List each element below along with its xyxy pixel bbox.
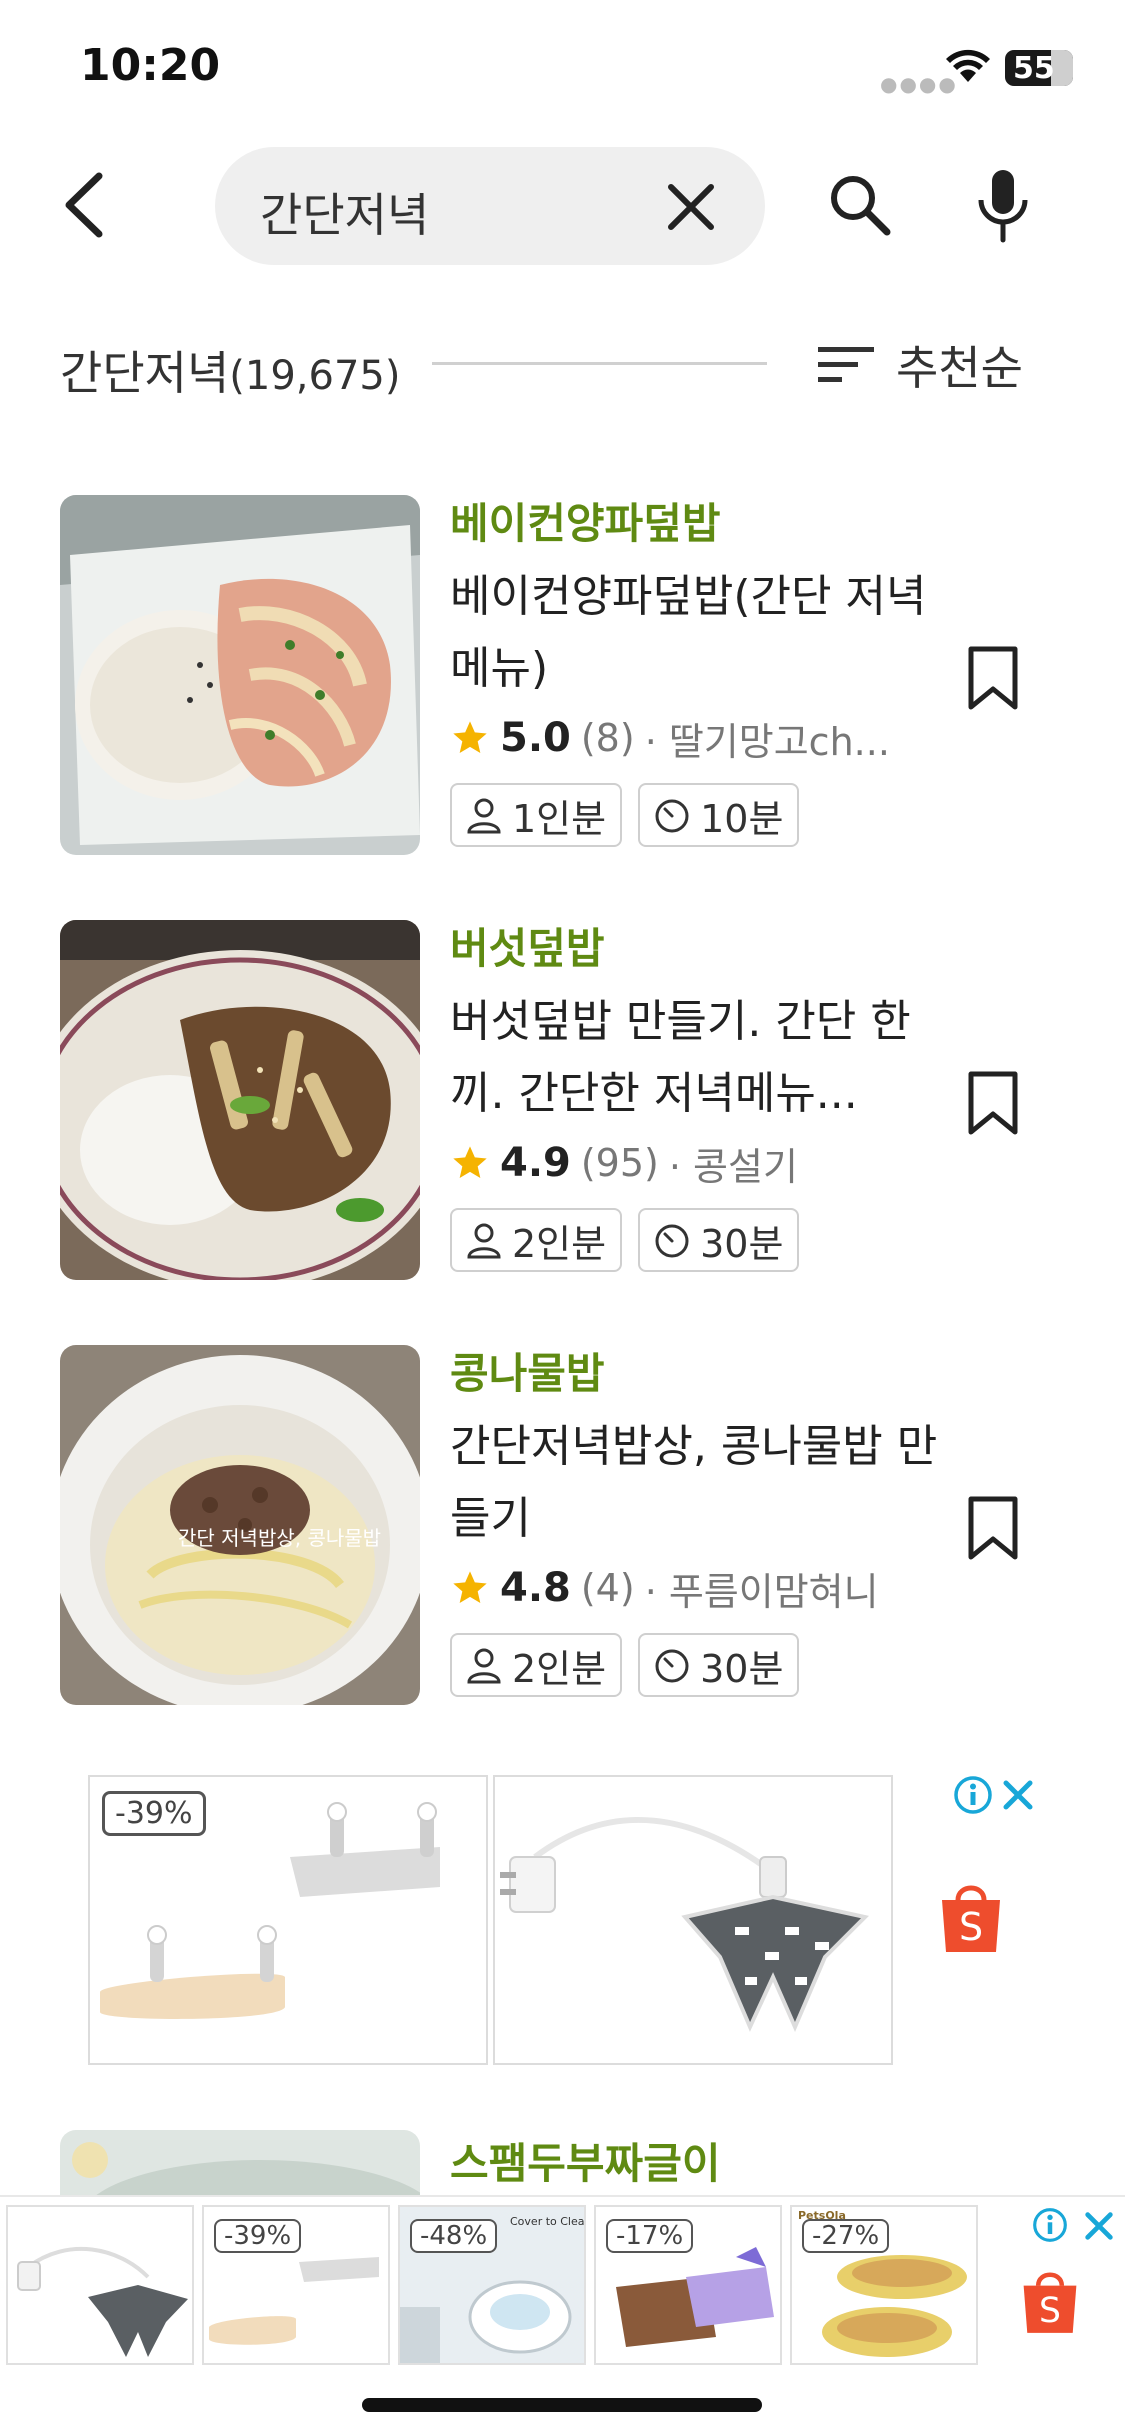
review-count: (4)	[580, 1566, 635, 1610]
person-icon	[467, 1223, 501, 1259]
wifi-icon	[946, 49, 990, 82]
time-label: 30분	[700, 1646, 784, 1691]
battery-level: 55	[1013, 51, 1055, 86]
recipe-thumbnail[interactable]	[60, 495, 420, 855]
clear-search-button[interactable]	[663, 179, 719, 235]
discount-badge: -27%	[802, 2219, 890, 2253]
servings-label: 2인분	[512, 1646, 607, 1691]
recipe-category: 베이컨양파덮밥	[450, 499, 721, 548]
recipe-author: · 콩설기	[668, 1144, 798, 1189]
recipe-thumbnail[interactable]	[60, 920, 420, 1280]
ad-close-icon[interactable]	[1082, 2209, 1116, 2243]
ad-info-icon[interactable]	[1032, 2207, 1068, 2243]
review-count: (8)	[580, 716, 635, 760]
ad-close-icon[interactable]	[1000, 1777, 1036, 1813]
servings-chip: 2인분	[450, 1633, 623, 1697]
home-indicator[interactable]	[362, 2398, 762, 2412]
shopee-icon[interactable]: S	[938, 1880, 1004, 1956]
ad-product-tile[interactable]: -39%	[88, 1775, 488, 2065]
bottom-ad-banner[interactable]: -39% Cover to Clean -48% -17% PetsOla -2…	[0, 2195, 1125, 2373]
recipe-card[interactable]: 버섯덮밥 버섯덮밥 만들기. 간단 한끼. 간단한 저녁메뉴... 4.9 (9…	[60, 920, 1065, 1280]
servings-label: 1인분	[512, 796, 607, 841]
recipe-category: 스팸두부짜글이	[450, 2139, 721, 2188]
bookmark-button[interactable]	[965, 1070, 1021, 1136]
recipe-category: 콩나물밥	[450, 1349, 605, 1398]
banner-product-tile[interactable]: PetsOla -27%	[790, 2205, 978, 2365]
recipe-rating: 4.8 (4) · 푸름이맘혀니	[450, 1555, 950, 1621]
person-icon	[467, 798, 501, 834]
time-label: 10분	[700, 796, 784, 841]
time-chip: 30분	[638, 1633, 800, 1697]
discount-badge: -17%	[606, 2219, 694, 2253]
discount-badge: -48%	[410, 2219, 498, 2253]
results-count: (19,675)	[229, 353, 401, 399]
battery-icon: 55	[1005, 50, 1073, 86]
recipe-author: · 푸름이맘혀니	[644, 1569, 879, 1614]
recipe-title[interactable]: 버섯덮밥 만들기. 간단 한끼. 간단한 저녁메뉴...	[450, 986, 950, 1130]
time-chip: 10분	[638, 783, 800, 847]
search-icon[interactable]	[825, 170, 895, 240]
recipe-info: 버섯덮밥 버섯덮밥 만들기. 간단 한끼. 간단한 저녁메뉴... 4.9 (9…	[450, 920, 950, 1272]
rating-value: 4.9	[500, 1140, 571, 1186]
servings-label: 2인분	[512, 1221, 607, 1266]
sort-icon	[818, 347, 874, 382]
status-bar: 10:20 ●●●● 55	[0, 0, 1125, 140]
time-chip: 30분	[638, 1208, 800, 1272]
ad-product-image-lamp	[500, 1817, 870, 2033]
banner-product-tile[interactable]: Cover to Clean -48%	[398, 2205, 586, 2365]
recipe-rating: 4.9 (95) · 콩설기	[450, 1130, 950, 1196]
shop-letter: S	[959, 1905, 983, 1949]
timer-icon	[655, 799, 689, 833]
time-label: 30분	[700, 1221, 784, 1266]
results-keyword: 간단저녁	[60, 346, 230, 400]
recipe-card[interactable]: 베이컨양파덮밥 베이컨양파덮밥(간단 저녁메뉴) 5.0 (8) · 딸기망고c…	[60, 495, 1065, 855]
recipe-info: 콩나물밥 간단저녁밥상, 콩나물밥 만들기 4.8 (4) · 푸름이맘혀니 2…	[450, 1345, 950, 1697]
banner-product-tile[interactable]: -39%	[202, 2205, 390, 2365]
recipe-author: · 딸기망고ch...	[644, 719, 890, 764]
recipe-rating: 5.0 (8) · 딸기망고ch...	[450, 705, 950, 771]
timer-icon	[655, 1224, 689, 1258]
sort-label: 추천순	[896, 341, 1023, 395]
rating-value: 5.0	[500, 715, 571, 761]
ad-product-tile[interactable]	[493, 1775, 893, 2065]
bookmark-button[interactable]	[965, 1495, 1021, 1561]
star-icon	[453, 1146, 487, 1178]
shopee-icon[interactable]: S	[1020, 2267, 1080, 2337]
microphone-icon[interactable]	[975, 168, 1031, 244]
search-input[interactable]: 간단저녁	[215, 147, 765, 265]
sort-button[interactable]: 추천순	[818, 335, 1023, 395]
results-title: 간단저녁(19,675)	[60, 337, 400, 403]
ad-block[interactable]: -39% S	[88, 1775, 1048, 2065]
servings-chip: 1인분	[450, 783, 623, 847]
banner-caption: Cover to Clean	[510, 2215, 586, 2228]
star-icon	[453, 1571, 487, 1603]
discount-badge: -39%	[102, 1791, 206, 1836]
timer-icon	[655, 1649, 689, 1683]
recipe-thumbnail[interactable]: 간단 저녁밥상, 콩나물밥	[60, 1345, 420, 1705]
bookmark-button[interactable]	[965, 645, 1021, 711]
recipe-card[interactable]: 간단 저녁밥상, 콩나물밥 콩나물밥 간단저녁밥상, 콩나물밥 만들기 4.8 …	[60, 1345, 1065, 1705]
recipe-title[interactable]: 간단저녁밥상, 콩나물밥 만들기	[450, 1411, 950, 1555]
discount-badge: -39%	[214, 2219, 302, 2253]
review-count: (95)	[580, 1141, 659, 1185]
search-query-text: 간단저녁	[260, 188, 430, 242]
status-time: 10:20	[80, 40, 221, 91]
thumbnail-caption: 간단 저녁밥상, 콩나물밥	[178, 1526, 381, 1550]
back-button[interactable]	[55, 170, 115, 240]
recipe-info: 베이컨양파덮밥 베이컨양파덮밥(간단 저녁메뉴) 5.0 (8) · 딸기망고c…	[450, 495, 950, 847]
recipe-category: 버섯덮밥	[450, 924, 605, 973]
divider	[432, 362, 767, 365]
person-icon	[467, 1648, 501, 1684]
recipe-title[interactable]: 베이컨양파덮밥(간단 저녁메뉴)	[450, 561, 950, 705]
rating-value: 4.8	[500, 1565, 571, 1611]
banner-product-tile[interactable]	[6, 2205, 194, 2365]
ad-info-icon[interactable]	[953, 1775, 993, 1815]
star-icon	[453, 721, 487, 753]
shop-letter: S	[1039, 2291, 1061, 2331]
banner-product-tile[interactable]: -17%	[594, 2205, 782, 2365]
servings-chip: 2인분	[450, 1208, 623, 1272]
banner-product-image	[8, 2207, 192, 2363]
